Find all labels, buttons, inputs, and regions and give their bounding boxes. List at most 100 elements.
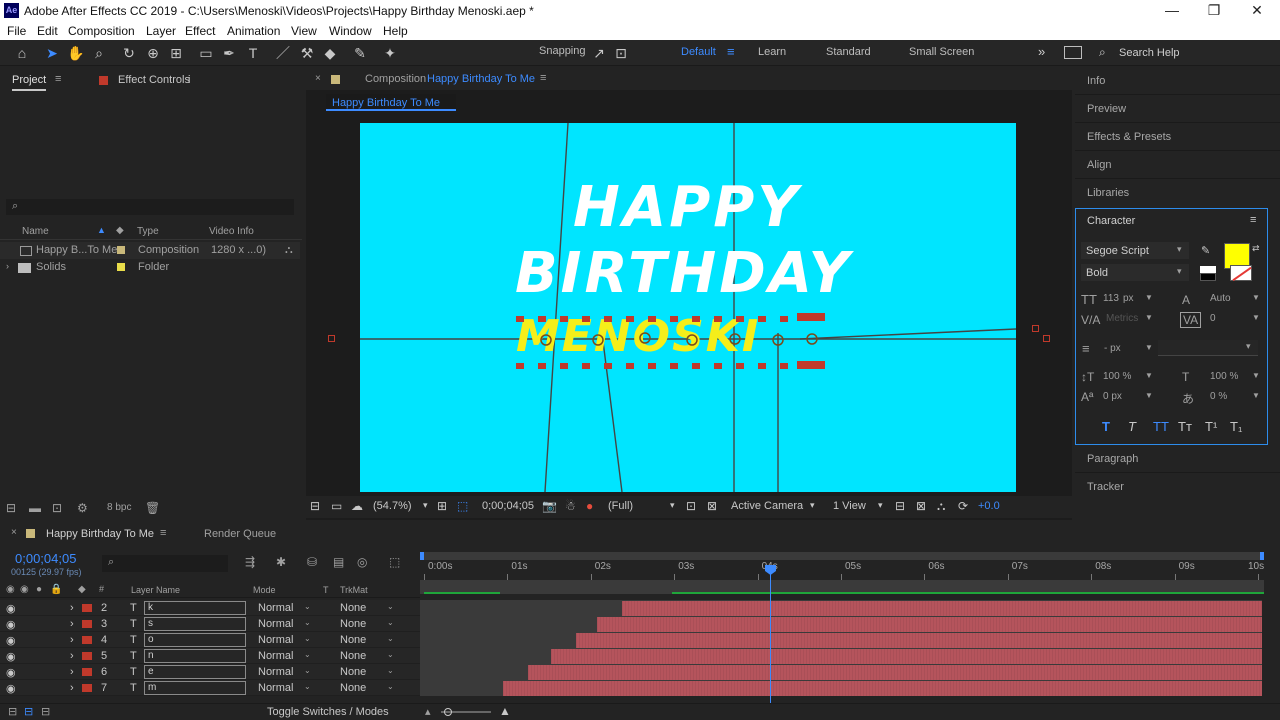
flowchart-icon[interactable]: ⛬ [285,244,293,257]
subscript-button[interactable]: T₁ [1230,419,1242,434]
view-layout-select[interactable]: 1 View [833,500,866,512]
solo-switch-icon[interactable]: ● [36,584,42,595]
close-tab-icon[interactable]: × [11,527,17,538]
blend-mode-select[interactable]: Normal [258,602,293,614]
menu-edit[interactable]: Edit [37,24,58,38]
timeline-menu-icon[interactable]: ≡ [160,527,166,539]
snapshot-icon[interactable]: 📷 [542,499,557,513]
exposure-value[interactable]: +0.0 [978,500,1000,512]
expand-arrow-icon[interactable]: › [70,666,74,678]
audio-switch-icon[interactable]: ◉ [20,584,29,595]
workspace-default[interactable]: Default [681,46,716,58]
label-color-swatch[interactable] [117,263,125,271]
effects-presets-panel-header[interactable]: Effects & Presets [1075,124,1280,151]
menu-file[interactable]: File [7,24,26,38]
visibility-eye-icon[interactable]: ◉ [6,666,16,679]
close-window-button[interactable]: ✕ [1247,2,1267,20]
current-time-display[interactable]: 0;00;04;05 [482,500,534,512]
swap-colors-icon[interactable]: ⇄ [1252,243,1260,254]
zoom-in-icon[interactable]: ▲ [499,704,511,718]
menu-composition[interactable]: Composition [68,24,135,38]
expand-arrow-icon[interactable]: › [70,682,74,694]
project-item-composition[interactable]: Happy B...To Me Composition 1280 x ...0)… [0,242,300,259]
exposure-reset-icon[interactable]: ⟳ [958,499,968,513]
transfer-controls-icon[interactable]: ⊟ [24,705,33,718]
menu-window[interactable]: Window [329,24,372,38]
toggle-switches-modes-button[interactable]: Toggle Switches / Modes [267,706,389,718]
paragraph-panel-header[interactable]: Paragraph [1075,446,1280,473]
new-composition-icon[interactable]: ⊡ [52,501,62,515]
chevron-down-icon[interactable]: ▼ [1145,313,1153,322]
toggle-pixel-aspect-icon[interactable]: ⊟ [895,499,905,513]
transparency-grid-icon[interactable]: ⊠ [707,499,717,513]
tab-effect-controls[interactable]: Effect Controls [118,74,190,86]
rotation-tool-icon[interactable]: ↻ [119,44,139,62]
roto-brush-tool-icon[interactable]: ✎ [350,44,370,62]
column-mode[interactable]: Mode [253,585,276,595]
path-anchor-handle[interactable] [1032,325,1039,332]
stroke-style-select[interactable]: ▾ [1158,340,1258,356]
libraries-panel-header[interactable]: Libraries [1075,180,1280,207]
font-size-value[interactable]: 113 [1103,293,1119,304]
chevron-down-icon[interactable]: ▼ [1252,293,1260,302]
layer-switches-icon[interactable]: ⊟ [8,705,17,718]
faux-italic-button[interactable]: T [1128,419,1136,434]
label-column-icon[interactable]: ◆ [78,584,86,595]
expand-arrow-icon[interactable]: › [70,602,74,614]
preview-panel-header[interactable]: Preview [1075,96,1280,123]
column-layer-name[interactable]: Layer Name [131,585,180,595]
expand-arrow-icon[interactable]: › [70,634,74,646]
snap-features-icon[interactable]: ⊡ [611,44,631,62]
trkmat-select[interactable]: None [340,634,366,646]
layer-duration-bar[interactable] [503,681,1262,696]
eraser-tool-icon[interactable]: ◆ [320,44,340,62]
trkmat-select[interactable]: None [340,618,366,630]
snap-edges-icon[interactable]: ↗ [589,44,609,62]
visibility-eye-icon[interactable]: ◉ [6,650,16,663]
video-switch-icon[interactable]: ◉ [6,584,15,595]
menu-help[interactable]: Help [383,24,408,38]
label-color-swatch[interactable] [117,246,125,254]
blend-mode-select[interactable]: Normal [258,666,293,678]
sync-settings-icon[interactable] [1064,46,1082,59]
faux-bold-button[interactable]: T [1102,419,1110,434]
label-color-swatch[interactable] [82,620,92,628]
tab-project[interactable]: Project [12,74,47,91]
type-tool-icon[interactable]: T [243,44,263,62]
expand-arrow-icon[interactable]: › [70,618,74,630]
layer-name-field[interactable]: k [144,601,246,615]
chevron-down-icon[interactable]: ▼ [1145,343,1153,352]
chevron-down-icon[interactable]: ▼ [1145,391,1153,400]
region-of-interest-icon[interactable]: ⬚ [457,499,468,513]
resolution-select[interactable]: (Full) [608,500,633,512]
camera-tool-icon[interactable]: ⊕ [143,44,163,62]
channel-icon[interactable]: ● [586,499,593,513]
path-anchor-handle[interactable] [328,335,335,342]
zoom-tool-icon[interactable]: ⌕ [89,44,109,62]
column-video-info[interactable]: Video Info [209,226,254,237]
restore-button[interactable]: ❐ [1204,2,1224,20]
visibility-eye-icon[interactable]: ◉ [6,618,16,631]
camera-select[interactable]: Active Camera [731,500,803,512]
stroke-color-swatch[interactable] [1230,265,1252,282]
info-panel-header[interactable]: Info [1075,68,1280,95]
label-color-swatch[interactable] [82,668,92,676]
project-menu-icon[interactable]: ≡ [55,73,61,85]
new-folder-icon[interactable]: ▬ [29,501,41,515]
selection-tool-icon[interactable]: ➤ [42,44,62,62]
horizontal-scale-value[interactable]: 100 % [1210,371,1238,382]
timeline-tab[interactable]: Happy Birthday To Me [46,528,154,540]
layer-name-field[interactable]: s [144,617,246,631]
project-item-folder[interactable]: › Solids Folder [0,259,300,276]
menu-layer[interactable]: Layer [146,24,176,38]
chevron-down-icon[interactable]: ▼ [1252,313,1260,322]
grid-guides-icon[interactable]: ⊞ [437,499,447,513]
fast-previews-icon[interactable]: ⊡ [686,499,696,513]
layer-name-field[interactable]: e [144,665,246,679]
pan-behind-tool-icon[interactable]: ⊞ [166,44,186,62]
layer-duration-bar[interactable] [576,633,1262,648]
show-snapshot-icon[interactable]: ☃ [565,499,576,513]
hide-shy-layers-icon[interactable]: ⛁ [307,555,317,569]
display-icon[interactable]: ▭ [331,499,342,513]
workspace-learn[interactable]: Learn [758,46,786,58]
